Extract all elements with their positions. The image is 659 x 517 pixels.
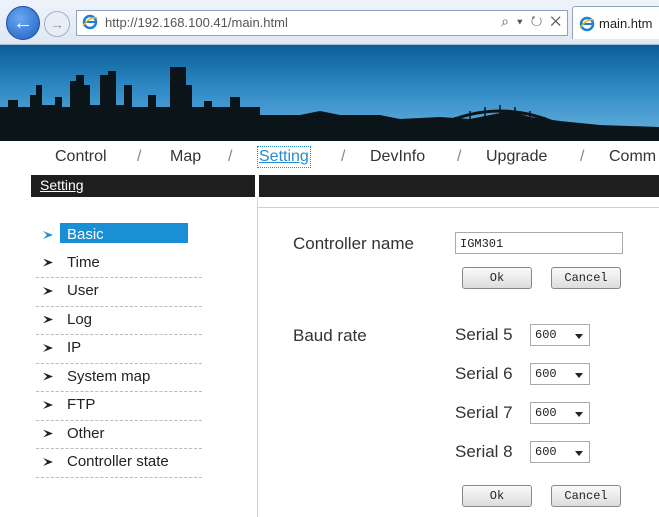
content-divider [257,197,258,517]
menu-separator: / [580,148,585,165]
sidebar-item-label: Controller state [67,453,169,470]
sidebar-item-ftp[interactable]: FTP [36,392,202,421]
bullet-arrow-icon [43,429,53,438]
bullet-arrow-icon [43,372,53,381]
sidebar-item-label: Log [67,310,93,328]
bullet-arrow-icon [43,458,53,466]
section-header-title: Setting [40,177,84,193]
bullet-arrow-icon [43,315,53,324]
baud-cancel-button[interactable]: Cancel [551,485,621,507]
serial-6-label: Serial 6 [455,364,513,383]
serial-5-select[interactable]: 600 [530,324,590,346]
menu-comm[interactable]: Comm [609,148,656,166]
serial-6-select[interactable]: 600 [530,363,590,385]
menu-devinfo[interactable]: DevInfo [370,148,425,166]
sidebar-item-ip[interactable]: IP [36,335,202,364]
menu-separator: / [457,148,462,165]
menu-separator: / [341,148,346,165]
serial-8-value: 600 [535,445,557,459]
menu-separator: / [137,148,142,165]
baud-rate-label: Baud rate [293,326,367,345]
tab-title: main.htm [599,16,653,31]
arrow-left-icon: ← [13,11,33,34]
sidebar-item-label: FTP [67,396,96,413]
sidebar-item-user[interactable]: User [36,278,202,307]
menu-separator: / [228,148,233,165]
sidebar-item-controller-state[interactable]: Controller state [36,449,202,478]
top-menu: Control / Map / Setting / DevInfo / Upgr… [0,141,659,175]
serial-8-label: Serial 8 [455,442,513,461]
ie-logo-icon [579,16,595,32]
bullet-arrow-icon [43,231,53,239]
menu-control[interactable]: Control [55,148,107,166]
chevron-down-icon [575,373,583,378]
bullet-arrow-icon [43,287,53,295]
browser-toolbar: ← → http://192.168.100.41/main.html ⌕ ▾ … [0,0,659,45]
bullet-arrow-icon [43,344,53,352]
chevron-down-icon [575,412,583,417]
baud-ok-button[interactable]: Ok [462,485,532,507]
browser-tab[interactable]: main.htm [572,6,659,39]
menu-map[interactable]: Map [170,148,201,166]
serial-5-value: 600 [535,328,557,342]
menu-upgrade[interactable]: Upgrade [486,148,547,166]
ie-logo-icon [82,14,98,30]
address-bar[interactable]: http://192.168.100.41/main.html ⌕ ▾ ↻ ✕ [76,10,568,36]
serial-6-value: 600 [535,367,557,381]
address-url: http://192.168.100.41/main.html [105,15,288,30]
content-header-bar [259,175,659,197]
city-skyline-image [0,67,659,141]
controller-name-input[interactable]: IGM301 [455,232,623,254]
sidebar-item-time[interactable]: Time [36,250,202,278]
arrow-right-icon: → [50,16,64,32]
sidebar: Basic Time User Log IP System map FTP Ot… [36,222,202,478]
controller-ok-button[interactable]: Ok [462,267,532,289]
forward-button[interactable]: → [44,11,70,37]
address-tools[interactable]: ⌕ ▾ ↻ ✕ [501,13,563,30]
sidebar-item-system-map[interactable]: System map [36,364,202,392]
section-header-bar: Setting [31,175,255,197]
chevron-down-icon [575,451,583,456]
sidebar-item-label: Time [67,253,100,271]
menu-setting[interactable]: Setting [257,146,311,168]
chevron-down-icon [575,334,583,339]
controller-name-label: Controller name [293,234,414,253]
serial-8-select[interactable]: 600 [530,441,590,463]
sidebar-item-other[interactable]: Other [36,421,202,449]
sidebar-item-label: Basic [67,226,104,243]
sidebar-item-label: Other [67,424,105,442]
serial-7-label: Serial 7 [455,403,513,422]
sidebar-item-label: IP [67,339,82,356]
sidebar-item-log[interactable]: Log [36,307,202,335]
header-banner [0,45,659,141]
bullet-arrow-icon [43,401,53,409]
sidebar-item-label: System map [67,367,151,385]
content-top-border [258,207,659,208]
serial-5-label: Serial 5 [455,325,513,344]
back-button[interactable]: ← [6,6,40,40]
serial-7-value: 600 [535,406,557,420]
sidebar-item-basic[interactable]: Basic [36,222,202,250]
controller-cancel-button[interactable]: Cancel [551,267,621,289]
serial-7-select[interactable]: 600 [530,402,590,424]
sidebar-item-label: User [67,282,99,299]
bullet-arrow-icon [43,258,53,267]
